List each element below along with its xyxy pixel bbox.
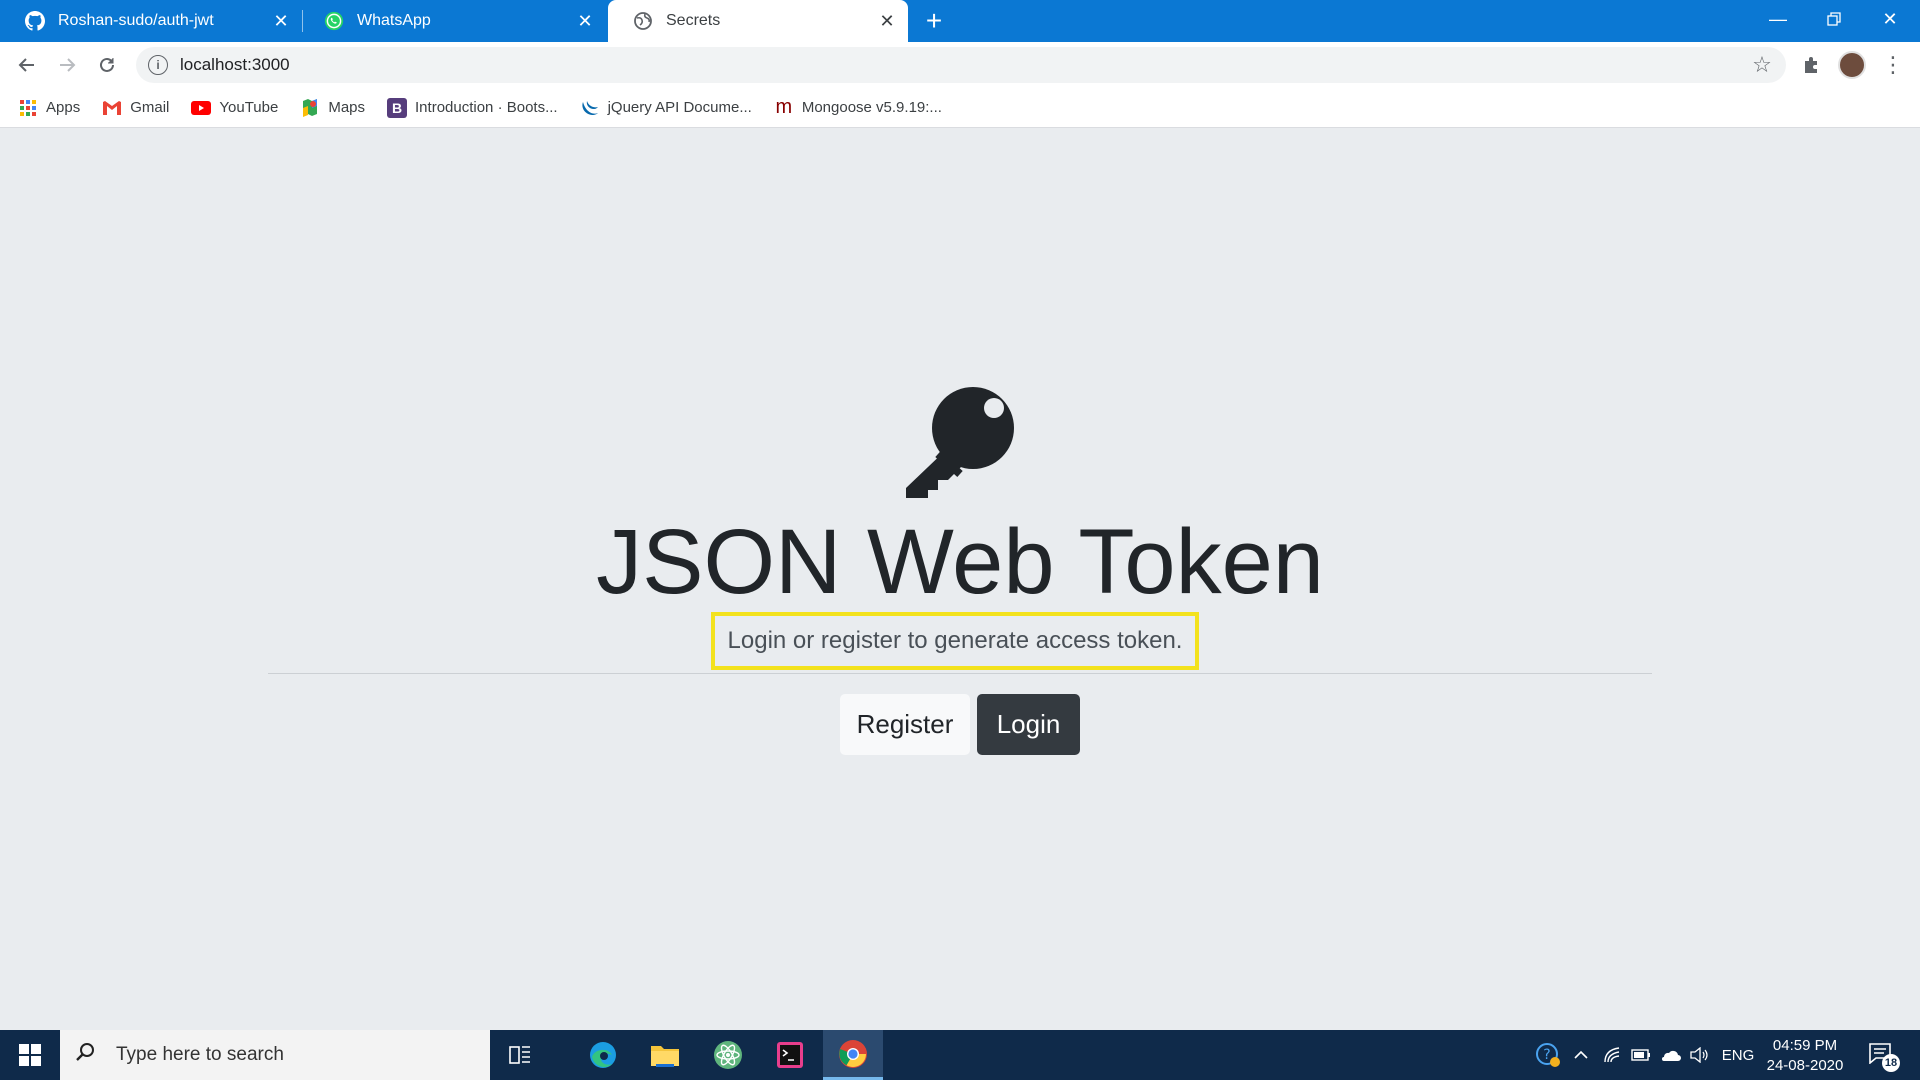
address-bar[interactable]: i localhost:3000 ☆ <box>136 47 1786 83</box>
reload-button[interactable] <box>90 48 124 82</box>
search-placeholder: Type here to search <box>116 1044 284 1065</box>
folder-icon <box>651 1046 679 1067</box>
close-icon[interactable]: ✕ <box>268 8 294 34</box>
notification-badge: 18 <box>1882 1054 1900 1072</box>
bookmark-apps[interactable]: Apps <box>18 98 80 118</box>
chevron-up-icon[interactable] <box>1570 1030 1592 1080</box>
restore-button[interactable] <box>1806 0 1862 38</box>
bookmark-label: jQuery API Docume... <box>607 99 752 116</box>
bookmark-mongoose[interactable]: m Mongoose v5.9.19:... <box>774 96 942 118</box>
battery-icon[interactable] <box>1628 1030 1654 1080</box>
tab-title: WhatsApp <box>357 12 431 29</box>
github-icon <box>24 10 46 32</box>
task-view-button[interactable] <box>492 1030 548 1080</box>
onedrive-icon[interactable] <box>1656 1030 1684 1080</box>
svg-text:?: ? <box>1543 1047 1550 1063</box>
help-icon[interactable]: ? <box>1532 1030 1564 1080</box>
close-window-button[interactable]: ✕ <box>1862 0 1918 38</box>
atom-app[interactable] <box>700 1030 756 1080</box>
mongoose-icon: m <box>775 96 793 118</box>
tab-title: Roshan-sudo/auth-jwt <box>58 12 214 29</box>
login-button[interactable]: Login <box>977 694 1080 755</box>
url-text[interactable]: localhost:3000 <box>180 55 1748 75</box>
bookmark-label: Maps <box>328 99 366 116</box>
language-indicator[interactable]: ENG <box>1718 1030 1758 1080</box>
windows-taskbar: Type here to search ? ENG 04:59 PM 24-08… <box>0 1030 1920 1080</box>
bookmark-label: YouTube <box>219 99 279 116</box>
bookmark-bootstrap[interactable]: B Introduction · Boots... <box>387 97 558 118</box>
start-button[interactable] <box>0 1030 60 1080</box>
minimize-button[interactable]: — <box>1750 0 1806 38</box>
chrome-app[interactable] <box>823 1030 883 1080</box>
globe-icon <box>632 10 654 32</box>
file-explorer-app[interactable] <box>637 1030 693 1080</box>
register-button[interactable]: Register <box>840 694 970 755</box>
bootstrap-icon: B <box>387 97 408 118</box>
browser-tab-strip: Roshan-sudo/auth-jwt ✕ WhatsApp ✕ Secret… <box>0 0 1920 42</box>
clock-date: 24-08-2020 <box>1766 1057 1844 1074</box>
clock-time: 04:59 PM <box>1772 1037 1838 1054</box>
bookmark-youtube[interactable]: YouTube <box>191 98 278 118</box>
bookmark-label: Mongoose v5.9.19:... <box>801 99 942 116</box>
tab-whatsapp[interactable]: WhatsApp ✕ <box>303 0 606 42</box>
atom-icon <box>714 1041 742 1069</box>
bookmark-maps[interactable]: Maps <box>300 98 365 118</box>
info-icon[interactable]: i <box>148 55 168 75</box>
bookmark-label: Introduction · Boots... <box>415 99 558 116</box>
edge-app[interactable] <box>575 1030 631 1080</box>
volume-icon[interactable] <box>1686 1030 1712 1080</box>
search-icon <box>74 1041 100 1069</box>
browser-toolbar: i localhost:3000 ☆ ⋮ <box>0 42 1920 88</box>
bookmark-label: Apps <box>46 99 81 116</box>
profile-avatar[interactable] <box>1838 51 1866 79</box>
close-icon[interactable]: ✕ <box>572 8 598 34</box>
bookmark-jquery[interactable]: jQuery API Docume... <box>580 98 752 118</box>
forward-button[interactable] <box>50 48 84 82</box>
terminal-app[interactable] <box>762 1030 818 1080</box>
tab-secrets[interactable]: Secrets ✕ <box>608 0 908 42</box>
bookmark-gmail[interactable]: Gmail <box>102 98 169 118</box>
menu-kebab-icon[interactable]: ⋮ <box>1876 48 1910 82</box>
page-content: JSON Web Token Login or register to gene… <box>0 128 1920 1030</box>
terminal-icon <box>777 1042 803 1068</box>
chrome-icon <box>839 1039 867 1068</box>
new-tab-button[interactable]: + <box>918 7 950 35</box>
extensions-button[interactable] <box>1795 48 1829 82</box>
system-clock[interactable]: 04:59 PM 24-08-2020 <box>1760 1036 1850 1076</box>
maps-icon <box>300 98 320 118</box>
bookmark-star-icon[interactable]: ☆ <box>1748 52 1776 78</box>
close-icon[interactable]: ✕ <box>874 8 900 34</box>
jquery-icon <box>580 98 600 118</box>
highlighted-lead: Login or register to generate access tok… <box>711 612 1199 670</box>
tab-github[interactable]: Roshan-sudo/auth-jwt ✕ <box>0 0 302 42</box>
edge-icon <box>590 1042 616 1068</box>
back-button[interactable] <box>10 48 44 82</box>
whatsapp-icon <box>323 10 345 32</box>
lead-text: Login or register to generate access tok… <box>727 627 1183 654</box>
windows-logo-icon <box>19 1044 41 1066</box>
bookmarks-bar: Apps Gmail YouTube Maps B Introduction ·… <box>0 88 1920 128</box>
apps-grid-icon <box>18 98 38 118</box>
wifi-icon[interactable] <box>1600 1030 1626 1080</box>
divider <box>268 673 1652 674</box>
tab-title: Secrets <box>666 12 721 29</box>
youtube-icon <box>191 98 212 118</box>
bookmark-label: Gmail <box>130 99 170 116</box>
key-icon <box>906 387 1014 498</box>
gmail-icon <box>102 98 122 118</box>
page-title: JSON Web Token <box>596 511 1324 613</box>
taskbar-search[interactable]: Type here to search <box>60 1030 490 1080</box>
